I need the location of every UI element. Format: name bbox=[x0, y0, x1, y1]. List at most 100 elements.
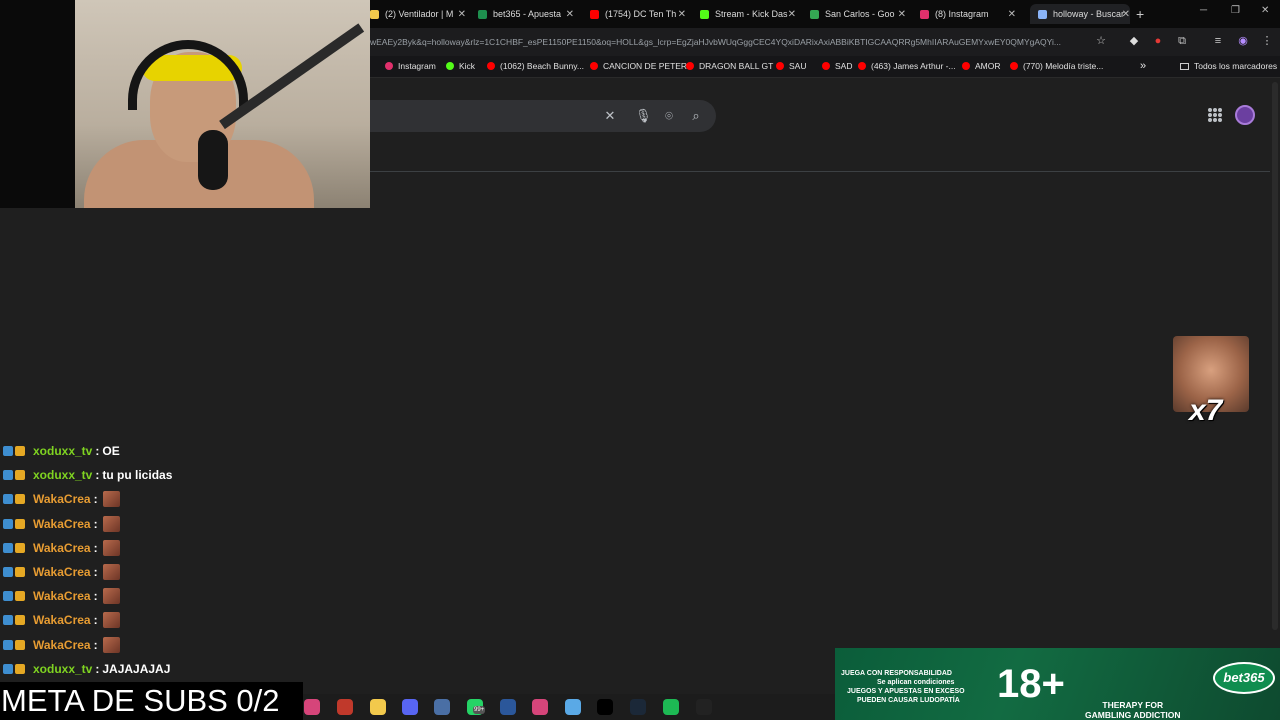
calculator-icon[interactable] bbox=[434, 699, 450, 715]
prime-badge-icon bbox=[3, 615, 13, 626]
bookmark-item[interactable]: SAD bbox=[822, 61, 852, 71]
sub-badge-icon bbox=[15, 494, 25, 505]
profile-icon[interactable]: ◉ bbox=[1237, 35, 1249, 47]
close-window-icon[interactable]: ✕ bbox=[1261, 5, 1269, 16]
bookmark-item[interactable]: (463) James Arthur -... bbox=[858, 61, 956, 71]
bookmark-item[interactable]: AMOR bbox=[962, 61, 1001, 71]
chat-username: WakaCrea bbox=[33, 613, 91, 628]
browser-tab[interactable]: (2) Ventilador | M ✕ bbox=[370, 4, 466, 24]
chat-username: WakaCrea bbox=[33, 589, 91, 604]
media-control-icon[interactable]: ≡ bbox=[1212, 35, 1224, 47]
browser-tab[interactable]: (1754) DC Ten Th ✕ bbox=[590, 4, 686, 24]
bookmark-favicon-icon bbox=[686, 62, 694, 70]
page-scrollbar[interactable] bbox=[1272, 82, 1278, 630]
url-text[interactable]: wEAEy2Byk&q=holloway&rlz=1C1CHBF_esPE115… bbox=[370, 37, 1090, 47]
page-divider bbox=[370, 171, 1270, 172]
bet365-logo: bet365 bbox=[1213, 662, 1275, 694]
menu-icon[interactable]: ⋮ bbox=[1261, 35, 1273, 47]
ad-line-3: JUEGOS Y APUESTAS EN EXCESO bbox=[847, 688, 965, 695]
tiktok-icon[interactable] bbox=[597, 699, 613, 715]
bookmark-label: Instagram bbox=[398, 61, 436, 71]
generic-icon bbox=[370, 9, 379, 19]
tab-title: San Carlos - Goo bbox=[825, 9, 895, 19]
ad-therapy-line-1: THERAPY FOR bbox=[1102, 700, 1164, 710]
bookmark-item[interactable]: (770) Melodía triste... bbox=[1010, 61, 1103, 71]
subs-goal: META DE SUBS 0/2 bbox=[0, 682, 303, 720]
extension-diamond-icon[interactable]: ◆ bbox=[1128, 35, 1140, 47]
bookmarks-overflow-icon[interactable]: » bbox=[1140, 60, 1146, 72]
bookmark-item[interactable]: Instagram bbox=[385, 61, 436, 71]
bookmark-label: (770) Melodía triste... bbox=[1023, 61, 1104, 71]
image-search-icon[interactable]: ⌾ bbox=[661, 107, 677, 125]
chat-separator: : bbox=[95, 468, 100, 483]
bookmark-favicon-icon bbox=[962, 62, 970, 70]
star-icon[interactable]: ☆ bbox=[1095, 35, 1107, 47]
all-bookmarks-button[interactable]: Todos los marcadores bbox=[1180, 61, 1277, 71]
close-tab-icon[interactable]: ✕ bbox=[678, 9, 686, 20]
steam-icon[interactable] bbox=[630, 699, 646, 715]
obs-icon[interactable] bbox=[696, 699, 712, 715]
bookmark-item[interactable]: (1062) Beach Bunny... bbox=[487, 61, 584, 71]
bookmark-item[interactable]: DRAGON BALL GT bbox=[686, 61, 773, 71]
sub-badge-icon bbox=[15, 663, 25, 674]
maps-icon bbox=[810, 9, 819, 19]
emote-multiplier: x7 bbox=[1189, 394, 1223, 427]
close-tab-icon[interactable]: ✕ bbox=[1008, 9, 1016, 20]
prime-badge-icon bbox=[3, 494, 13, 505]
prime-badge-icon bbox=[3, 639, 13, 650]
sub-badge-icon bbox=[15, 567, 25, 577]
bookmark-label: DRAGON BALL GT bbox=[699, 61, 774, 71]
restore-icon[interactable]: ❐ bbox=[1231, 5, 1240, 16]
minimize-icon[interactable]: ─ bbox=[1200, 5, 1207, 16]
chat-text: tu pu licidas bbox=[102, 468, 173, 483]
close-tab-icon[interactable]: ✕ bbox=[898, 9, 906, 20]
bookmark-label: AMOR bbox=[975, 61, 1001, 71]
browser-tab[interactable]: holloway - Buscar ✕ bbox=[1030, 4, 1130, 24]
close-tab-icon[interactable]: ✕ bbox=[1122, 9, 1130, 20]
bookmark-item[interactable]: Kick bbox=[446, 61, 475, 71]
app-red-icon[interactable] bbox=[337, 699, 353, 715]
sub-badge-icon bbox=[15, 518, 25, 529]
all-bookmarks-label: Todos los marcadores bbox=[1194, 61, 1278, 71]
whatsapp-icon[interactable]: 99+ bbox=[467, 699, 486, 715]
chat-message: WakaCrea: bbox=[3, 562, 120, 582]
discord-icon[interactable] bbox=[402, 699, 418, 715]
sub-badge-icon bbox=[15, 470, 25, 481]
close-tab-icon[interactable]: ✕ bbox=[458, 9, 466, 20]
files-icon[interactable] bbox=[565, 699, 581, 715]
browser-tab[interactable]: (8) Instagram ✕ bbox=[920, 4, 1016, 24]
search-icon[interactable]: ⌕ bbox=[688, 107, 704, 125]
chrome-icon[interactable] bbox=[370, 699, 386, 715]
bookmark-favicon-icon bbox=[822, 62, 830, 70]
sub-badge-icon bbox=[15, 615, 25, 626]
word-icon[interactable] bbox=[500, 699, 516, 715]
browser-tab[interactable]: Stream - Kick Das ✕ bbox=[700, 4, 796, 24]
sub-badge-icon bbox=[15, 446, 25, 456]
bookmark-item[interactable]: CANCION DE PETER bbox=[590, 61, 687, 71]
browser-tab[interactable]: bet365 - Apuesta ✕ bbox=[478, 4, 574, 24]
bookmark-favicon-icon bbox=[446, 62, 454, 70]
close-tab-icon[interactable]: ✕ bbox=[566, 9, 574, 20]
browser-tab[interactable]: San Carlos - Goo ✕ bbox=[810, 4, 906, 24]
instagram-icon bbox=[920, 9, 929, 19]
ad-line-2: Se aplican condiciones bbox=[877, 679, 955, 686]
account-avatar[interactable] bbox=[1235, 105, 1255, 125]
tab-title: Stream - Kick Das bbox=[715, 9, 788, 19]
chat-text: JAJAJAJAJ bbox=[102, 661, 171, 676]
google-apps-icon[interactable] bbox=[1208, 108, 1222, 122]
extensions-icon[interactable]: ⧉ bbox=[1176, 35, 1188, 47]
extension-red-icon[interactable]: ● bbox=[1152, 35, 1164, 47]
chat-emote-icon bbox=[102, 491, 120, 508]
bet365-icon bbox=[478, 9, 487, 19]
close-tab-icon[interactable]: ✕ bbox=[788, 9, 796, 20]
clear-search-icon[interactable]: ✕ bbox=[602, 107, 618, 125]
new-tab-button[interactable]: + bbox=[1136, 6, 1144, 22]
app-pink-icon[interactable] bbox=[304, 699, 320, 715]
bookmark-label: (1062) Beach Bunny... bbox=[500, 61, 584, 71]
bookmark-item[interactable]: SAU bbox=[776, 61, 806, 71]
bookmark-favicon-icon bbox=[590, 62, 598, 70]
tab-title: (8) Instagram bbox=[935, 9, 989, 19]
voice-search-icon[interactable]: 🎙 bbox=[635, 107, 652, 125]
spotify-icon[interactable] bbox=[663, 699, 679, 715]
app-pink2-icon[interactable] bbox=[532, 699, 548, 715]
